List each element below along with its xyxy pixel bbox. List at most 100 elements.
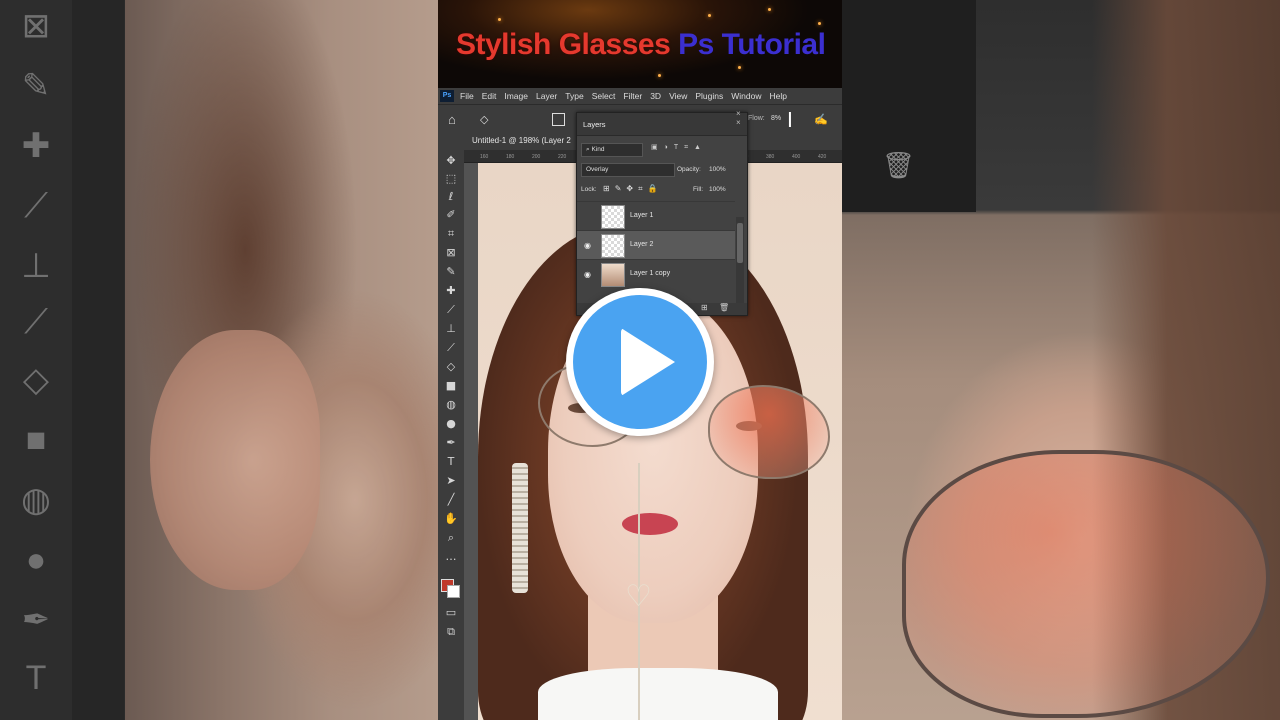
home-icon[interactable]: ⌂ xyxy=(448,112,456,127)
layer-name: Layer 2 xyxy=(630,241,654,248)
blurred-ruler-strip xyxy=(72,0,124,720)
spark xyxy=(658,74,661,77)
close-icon[interactable]: × × xyxy=(736,109,747,127)
healing-icon: ✚ xyxy=(21,127,51,165)
lock-icons[interactable]: ⊞✎✥⌗🔒 xyxy=(603,184,663,200)
pen-icon[interactable]: ✒ xyxy=(442,434,460,451)
menu-layer[interactable]: Layer xyxy=(536,91,557,101)
layer-row[interactable]: Layer 1 xyxy=(577,201,735,231)
healing-icon[interactable]: ✚ xyxy=(442,282,460,299)
line-icon[interactable]: ╱ xyxy=(442,491,460,508)
menu-plugins[interactable]: Plugins xyxy=(695,91,723,101)
glasses-lens-right xyxy=(708,385,830,479)
ruler-tick: 220 xyxy=(558,154,567,160)
background-color-swatch[interactable] xyxy=(447,585,460,598)
blur-icon: ◍ xyxy=(21,481,51,519)
type-icon: T xyxy=(25,659,47,697)
gradient-icon[interactable]: ■ xyxy=(442,377,460,394)
marquee-icon[interactable]: ⬚ xyxy=(442,170,460,187)
menu-filter[interactable]: Filter xyxy=(623,91,642,101)
layer-thumbnail xyxy=(601,234,625,258)
title-part-2: Ps Tutorial xyxy=(678,28,826,61)
filter-kind: Kind xyxy=(591,146,605,153)
layer-filter-select[interactable]: ⌕ Kind xyxy=(581,143,643,157)
frame-icon[interactable]: ⊠ xyxy=(442,244,460,261)
hand-icon[interactable]: ✋ xyxy=(442,510,460,527)
opacity-value[interactable]: 100% xyxy=(709,166,726,182)
tools-panel: ✥ ⬚ ℓ ✐ ⌗ ⊠ ✎ ✚ ⟋ ⊥ ⟋ ◇ ■ ◍ ● ✒ T ➤ ╱ ✋ … xyxy=(438,132,464,720)
path-select-icon[interactable]: ➤ xyxy=(442,472,460,489)
flow-label: Flow: xyxy=(748,115,765,122)
airbrush-icon[interactable]: ✍ xyxy=(814,113,828,126)
dodge-icon[interactable]: ● xyxy=(442,415,460,432)
eyedropper-icon: ✎ xyxy=(21,67,51,105)
menu-view[interactable]: View xyxy=(669,91,687,101)
zoom-icon[interactable]: ⌕ xyxy=(442,529,460,546)
spark xyxy=(498,18,501,21)
menu-type[interactable]: Type xyxy=(565,91,583,101)
menu-bar: Ps File Edit Image Layer Type Select Fil… xyxy=(438,88,842,104)
layer-name: Layer 1 xyxy=(630,212,654,219)
earring xyxy=(512,463,528,593)
menu-edit[interactable]: Edit xyxy=(482,91,497,101)
fill-label: Fill: xyxy=(693,186,704,193)
scrollbar-thumb[interactable] xyxy=(737,223,743,263)
new-layer-icon[interactable]: ⊞ xyxy=(701,303,708,312)
screen-mode-icon[interactable]: ⧉ xyxy=(442,623,460,640)
eye-icon[interactable]: ◉ xyxy=(584,270,591,279)
stamp-icon: ⊥ xyxy=(21,247,51,285)
layers-tab[interactable]: Layers xyxy=(583,120,606,129)
brush-settings-icon[interactable] xyxy=(552,113,565,126)
menu-help[interactable]: Help xyxy=(769,91,786,101)
play-button-fill xyxy=(573,295,707,429)
pen-icon: ✒ xyxy=(21,601,51,639)
heart-pendant-icon: ♡ xyxy=(625,580,652,613)
eraser-icon[interactable]: ◇ xyxy=(442,358,460,375)
photo-lips xyxy=(622,513,678,535)
title-part-1: Stylish Glasses xyxy=(456,28,671,61)
eyedropper-icon[interactable]: ✎ xyxy=(442,263,460,280)
layer-row[interactable]: ◉ Layer 2 xyxy=(577,230,735,260)
text-cursor-icon: I xyxy=(787,108,793,132)
photo-top xyxy=(538,668,778,720)
quick-mask-icon[interactable]: ▭ xyxy=(442,604,460,621)
menu-image[interactable]: Image xyxy=(504,91,528,101)
flow-value[interactable]: 8% xyxy=(771,115,781,122)
trash-icon[interactable]: 🗑 xyxy=(719,303,729,312)
crop-icon[interactable]: ⌗ xyxy=(442,225,460,242)
ruler-tick: 180 xyxy=(506,154,515,160)
eraser-icon: ◇ xyxy=(22,361,50,399)
blur-icon[interactable]: ◍ xyxy=(442,396,460,413)
type-icon[interactable]: T xyxy=(442,453,460,470)
quick-select-icon[interactable]: ✐ xyxy=(442,206,460,223)
layers-scrollbar[interactable] xyxy=(736,217,744,303)
trash-icon: 🗑 xyxy=(882,150,916,180)
menu-select[interactable]: Select xyxy=(592,91,616,101)
more-icon[interactable]: … xyxy=(442,548,460,565)
ruler-tick: 400 xyxy=(792,154,801,160)
layers-panel: Layers × × ⌕ Kind ▣◑T⌗▲ Overlay Opacity:… xyxy=(576,109,748,316)
video-thumbnail: ⊠ ✎ ✚ ⟋ ⊥ ⟋ ◇ ■ ◍ ● ✒ T 🗑 Stylish Glasse… xyxy=(0,0,1280,720)
fill-value[interactable]: 100% xyxy=(709,186,726,202)
banner-title: Stylish Glasses Ps Tutorial xyxy=(456,28,826,62)
layers-panel-header: Layers × × xyxy=(577,109,747,136)
title-banner: Stylish Glasses Ps Tutorial xyxy=(438,0,842,88)
photoshop-logo: Ps xyxy=(440,90,454,102)
layer-thumbnail xyxy=(601,263,625,287)
blurred-ear xyxy=(150,330,320,590)
menu-3d[interactable]: 3D xyxy=(650,91,661,101)
menu-file[interactable]: File xyxy=(460,91,474,101)
layer-row[interactable]: ◉ Layer 1 copy xyxy=(577,259,735,289)
eye-icon[interactable]: ◉ xyxy=(584,241,591,250)
move-icon[interactable]: ✥ xyxy=(442,152,460,169)
history-brush-icon[interactable]: ⟋ xyxy=(442,339,460,356)
lasso-icon[interactable]: ℓ xyxy=(442,188,460,205)
eraser-icon[interactable]: ◇ xyxy=(480,113,488,126)
blend-mode-select[interactable]: Overlay xyxy=(581,163,675,177)
play-button[interactable] xyxy=(566,288,714,436)
brush-icon[interactable]: ⟋ xyxy=(442,301,460,318)
menu-window[interactable]: Window xyxy=(731,91,761,101)
play-icon xyxy=(621,328,675,396)
stamp-icon[interactable]: ⊥ xyxy=(442,320,460,337)
filter-icons[interactable]: ▣◑T⌗▲ xyxy=(651,143,707,159)
